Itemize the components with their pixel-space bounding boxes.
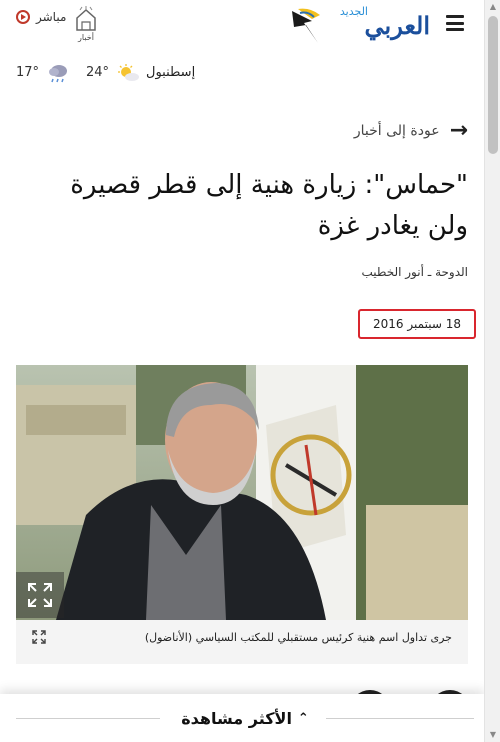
expand-image-button[interactable] xyxy=(16,572,64,618)
arrow-right-icon: → xyxy=(449,118,468,143)
live-label: مباشر xyxy=(36,10,67,24)
news-section-label: أخبار xyxy=(78,33,94,42)
site-header: مباشر أخبار العربي الجديد xyxy=(0,0,484,50)
scroll-down-arrow-icon[interactable]: ▼ xyxy=(485,728,500,742)
weather-strip: 17° 24° إسطنبول xyxy=(0,58,484,88)
divider xyxy=(326,718,474,719)
photo-illustration xyxy=(16,365,468,620)
logo-subtext: الجديد xyxy=(339,5,368,18)
most-viewed-toggle[interactable]: ⌃ الأكثر مشاهدة xyxy=(170,706,320,730)
site-logo[interactable]: العربي الجديد xyxy=(290,5,430,45)
live-button[interactable]: مباشر xyxy=(16,10,66,24)
article-photo[interactable] xyxy=(16,365,468,620)
partly-sunny-icon xyxy=(118,64,139,81)
logo-text: العربي xyxy=(364,11,430,40)
back-link[interactable]: → عودة إلى أخبار xyxy=(354,120,468,142)
divider xyxy=(16,718,160,719)
photo-caption: جرى تداول اسم هنية كرئيس مستقبلي للمكتب … xyxy=(16,620,468,664)
newspaper-icon xyxy=(76,6,96,31)
menu-icon-bar xyxy=(446,21,464,25)
article-date: 18 سبتمبر 2016 xyxy=(358,309,476,339)
back-label: عودة إلى أخبار xyxy=(353,123,440,139)
page: مباشر أخبار العربي الجديد 17° 24° إسطنبو… xyxy=(0,0,484,742)
news-section-button[interactable]: أخبار xyxy=(74,6,98,42)
play-icon xyxy=(16,10,30,24)
menu-icon-bar xyxy=(446,15,464,18)
temp-today: 24° xyxy=(86,65,110,80)
article-byline: الدوحة ـ أنور الخطيب xyxy=(361,265,468,279)
scroll-up-arrow-icon[interactable]: ▲ xyxy=(485,0,500,14)
most-viewed-bar: ⌃ الأكثر مشاهدة xyxy=(0,694,484,742)
rain-cloud-icon xyxy=(49,65,67,83)
scrollbar-thumb[interactable] xyxy=(488,16,498,154)
menu-button[interactable] xyxy=(446,15,464,31)
chevron-up-icon: ⌃ xyxy=(297,710,309,726)
fullscreen-icon[interactable] xyxy=(32,630,46,644)
expand-icon xyxy=(28,583,52,607)
article-title: "حماس": زيارة هنية إلى قطر قصيرة ولن يغا… xyxy=(70,170,468,241)
weather-city: إسطنبول xyxy=(146,65,196,80)
article-date-text: 18 سبتمبر 2016 xyxy=(373,317,461,331)
menu-icon-bar xyxy=(446,28,464,31)
temp-next: 17° xyxy=(16,65,40,80)
caption-text: جرى تداول اسم هنية كرئيس مستقبلي للمكتب … xyxy=(144,631,452,644)
most-viewed-label: الأكثر مشاهدة xyxy=(181,708,292,728)
page-scrollbar[interactable]: ▲ ▼ xyxy=(484,0,500,742)
